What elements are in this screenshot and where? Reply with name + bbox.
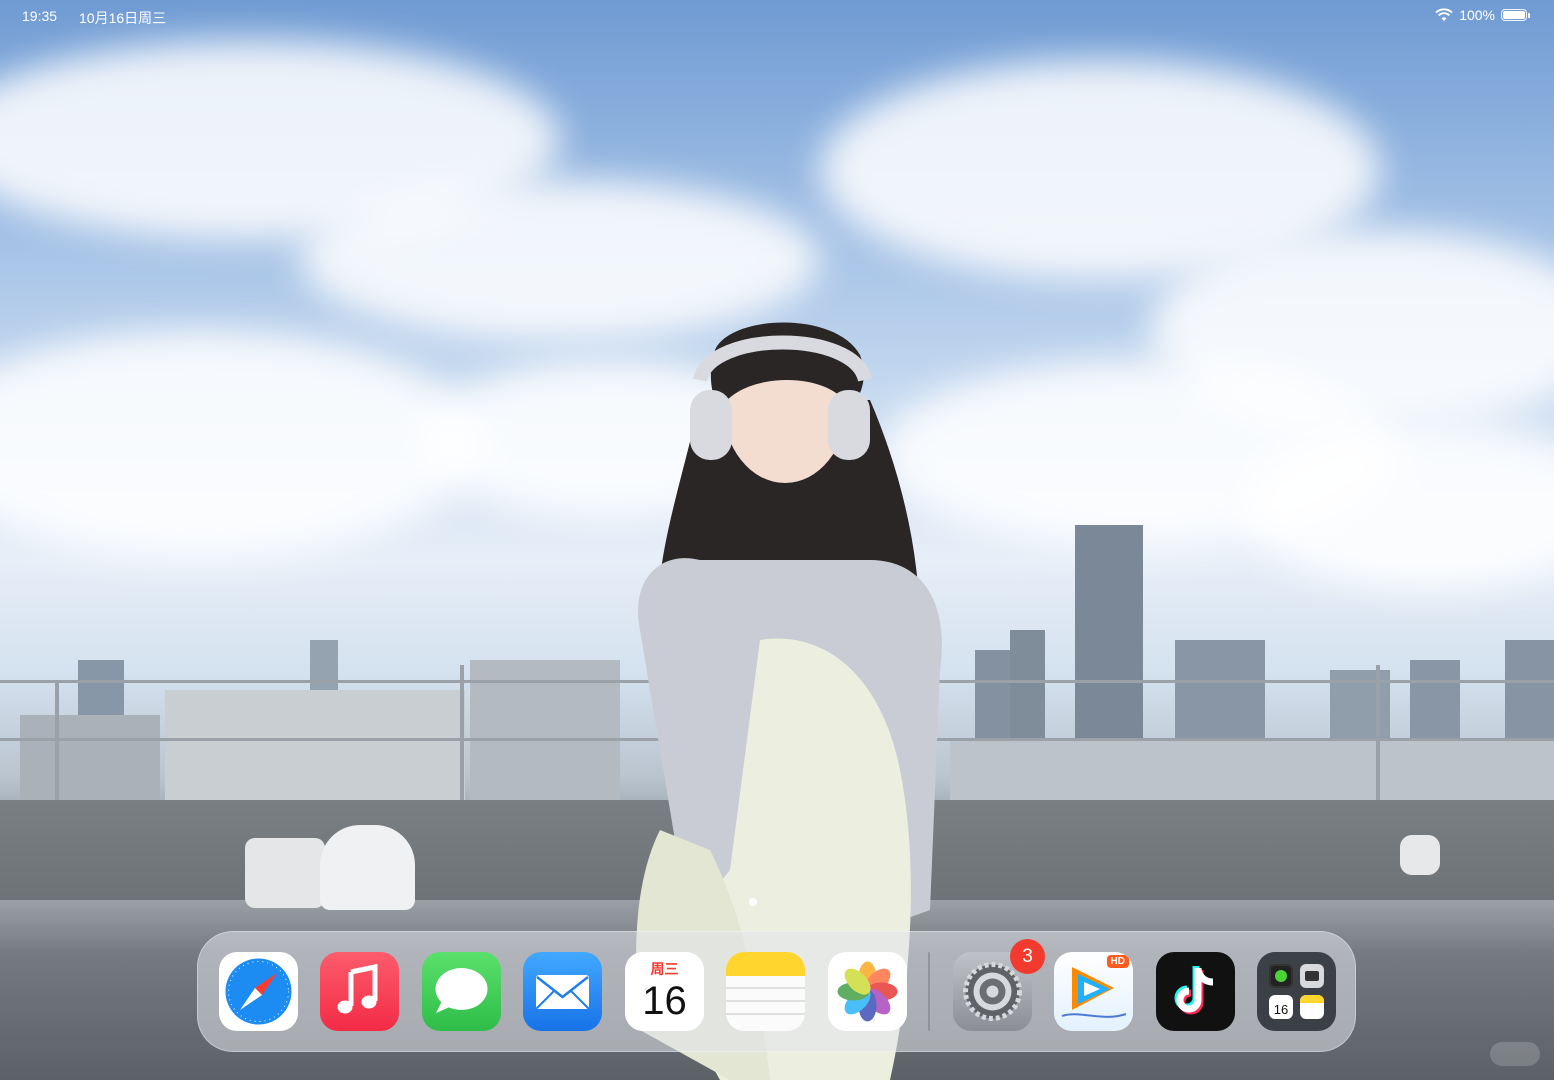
dock-app-tencent-video[interactable]: HD bbox=[1054, 952, 1133, 1031]
page-indicator[interactable] bbox=[749, 898, 757, 906]
mini-calendar-icon: 16 bbox=[1269, 995, 1293, 1019]
hd-tag: HD bbox=[1106, 955, 1129, 968]
dock-app-library[interactable]: 16 bbox=[1257, 952, 1336, 1031]
calendar-weekday: 周三 bbox=[650, 961, 679, 977]
dock-app-notes[interactable] bbox=[726, 952, 805, 1031]
notes-icon bbox=[726, 952, 805, 1015]
calendar-day: 16 bbox=[642, 979, 687, 1023]
music-icon bbox=[337, 963, 378, 1014]
calendar-icon: 周三 16 bbox=[625, 952, 704, 1031]
status-time: 19:35 bbox=[22, 8, 58, 24]
mini-calendar-day: 16 bbox=[1273, 1002, 1289, 1017]
dock-app-calendar[interactable]: 周三 16 bbox=[625, 952, 704, 1031]
battery-icon bbox=[1501, 9, 1527, 21]
app-library-icon: 16 bbox=[1257, 952, 1336, 1031]
status-indicators: 100% bbox=[1435, 7, 1530, 23]
tiktok-icon bbox=[1174, 966, 1214, 1015]
watermark bbox=[1490, 1042, 1540, 1066]
mini-notes-icon bbox=[1300, 995, 1324, 1019]
safari-icon bbox=[225, 958, 292, 1025]
home-screen: 19:35 10月16日周三 100% 周三 16 3 HD 16 bbox=[0, 0, 1554, 1080]
dock-app-messages[interactable] bbox=[422, 952, 501, 1031]
battery-percent: 100% bbox=[1459, 7, 1495, 23]
dock-app-mail[interactable] bbox=[523, 952, 602, 1031]
dock-app-tiktok[interactable] bbox=[1156, 952, 1235, 1031]
dock-app-safari[interactable] bbox=[219, 952, 298, 1031]
battery-level-fill bbox=[1503, 11, 1525, 19]
status-bar: 19:35 10月16日周三 100% bbox=[0, 0, 1554, 32]
mini-findmy-icon bbox=[1269, 964, 1293, 988]
photos-icon bbox=[837, 961, 898, 1022]
settings-badge: 3 bbox=[1010, 939, 1045, 974]
dock: 周三 16 3 HD 16 bbox=[197, 931, 1356, 1052]
status-date: 10月16日周三 bbox=[79, 10, 167, 26]
dock-divider bbox=[928, 952, 930, 1031]
messages-icon bbox=[435, 968, 488, 1013]
mail-icon bbox=[536, 975, 589, 1009]
battery-tip bbox=[1528, 12, 1530, 18]
wifi-icon bbox=[1435, 8, 1453, 21]
mini-camera-icon bbox=[1300, 964, 1324, 988]
dock-app-photos[interactable] bbox=[828, 952, 907, 1031]
dock-app-music[interactable] bbox=[320, 952, 399, 1031]
